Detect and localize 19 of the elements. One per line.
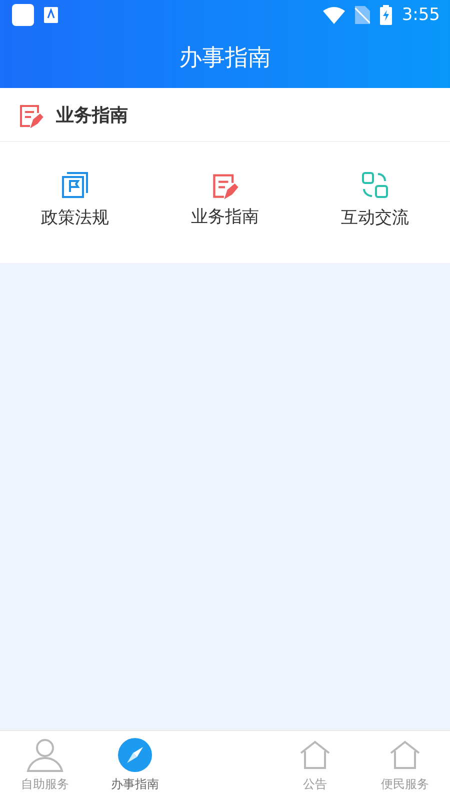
- page-title: 办事指南: [178, 44, 272, 72]
- house-icon: [298, 738, 332, 772]
- app-icon: [12, 4, 34, 26]
- shortcut-label[interactable]: 业务指南: [191, 205, 259, 228]
- house-icon: [388, 738, 422, 772]
- section-title: 业务指南: [56, 104, 128, 126]
- wifi-icon: [322, 6, 345, 24]
- nav-tab[interactable]: 办事指南: [90, 731, 180, 800]
- exchange-icon: [360, 170, 390, 200]
- person-icon: [26, 738, 64, 772]
- note-pen-icon: [211, 171, 239, 199]
- flag-icon: [60, 170, 90, 200]
- battery-charging-icon: [380, 5, 392, 25]
- status-time: 3:55: [402, 5, 440, 25]
- keyboard-icon: [44, 7, 58, 23]
- compass-icon: [118, 738, 152, 772]
- shortcut-label[interactable]: 互动交流: [341, 206, 409, 229]
- shortcut-label[interactable]: 政策法规: [41, 206, 109, 229]
- no-sim-icon: [354, 6, 370, 24]
